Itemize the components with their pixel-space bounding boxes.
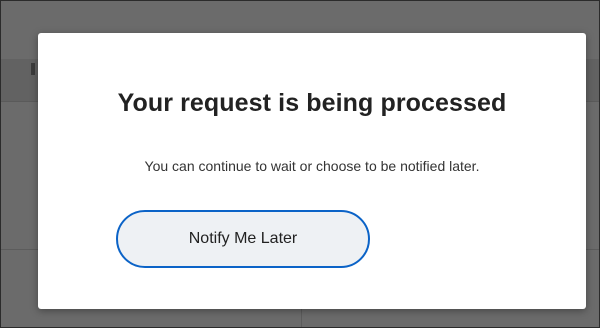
dialog-message: You can continue to wait or choose to be… — [144, 158, 480, 174]
dialog-title: Your request is being processed — [117, 89, 507, 117]
notify-me-later-button[interactable]: Notify Me Later — [116, 210, 370, 268]
processing-dialog: Your request is being processed You can … — [38, 33, 586, 309]
app-screen: Your request is being processed You can … — [0, 0, 600, 328]
background-text-fragment — [31, 63, 35, 75]
